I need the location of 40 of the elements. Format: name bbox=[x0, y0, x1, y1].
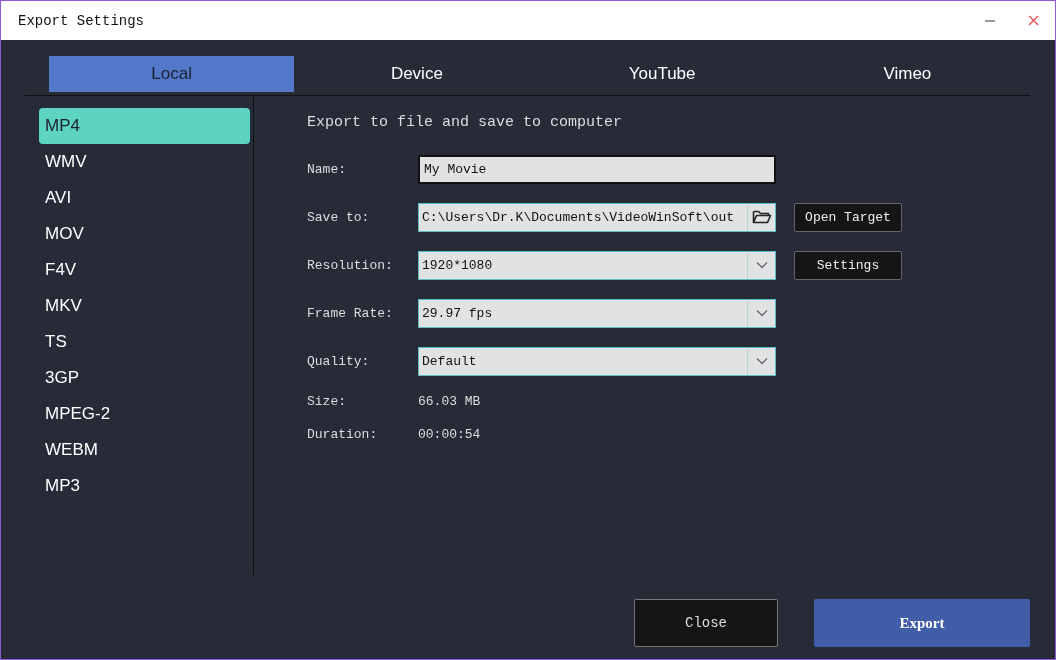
dropdown[interactable]: 29.97 fps bbox=[418, 298, 776, 328]
name-field[interactable]: My Movie bbox=[418, 154, 776, 184]
field-label: Frame Rate: bbox=[307, 305, 394, 321]
section-heading: Export to file and save to computer bbox=[307, 114, 624, 131]
tab[interactable]: YouTube bbox=[539, 56, 785, 92]
format-item[interactable]: AVI bbox=[39, 180, 250, 216]
format-item[interactable]: MPEG-2 bbox=[39, 396, 250, 432]
format-item[interactable]: WMV bbox=[39, 144, 250, 180]
chevron-down-icon bbox=[755, 357, 768, 365]
format-item[interactable]: WEBM bbox=[39, 432, 250, 468]
chevron-down-icon bbox=[755, 261, 768, 269]
tab[interactable]: Vimeo bbox=[784, 56, 1030, 92]
format-item[interactable]: MKV bbox=[39, 288, 250, 324]
info-label: Duration: bbox=[307, 427, 379, 442]
format-item[interactable]: 3GP bbox=[39, 360, 250, 396]
chevron-down-icon bbox=[755, 309, 768, 317]
format-item[interactable]: F4V bbox=[39, 252, 250, 288]
field-label: Save to: bbox=[307, 209, 371, 225]
close-button[interactable]: Close bbox=[634, 599, 778, 647]
tab[interactable]: Device bbox=[294, 56, 540, 92]
folder-icon[interactable] bbox=[751, 209, 772, 225]
info-value: 66.03 MB bbox=[418, 394, 481, 409]
info-value: 00:00:54 bbox=[418, 427, 481, 442]
field-label: Name: bbox=[307, 161, 347, 177]
tab[interactable]: Local bbox=[49, 56, 295, 92]
close-icon[interactable] bbox=[1028, 15, 1039, 26]
format-item[interactable]: MP3 bbox=[39, 468, 250, 504]
format-item[interactable]: TS bbox=[39, 324, 250, 360]
path-field[interactable]: C:\Users\Dr.K\Documents\VideoWinSoft\out bbox=[418, 202, 776, 232]
field-label: Resolution: bbox=[307, 257, 394, 273]
window-title: Export Settings bbox=[18, 12, 145, 29]
action-button[interactable]: Settings bbox=[794, 250, 902, 280]
info-label: Size: bbox=[307, 394, 347, 409]
dropdown[interactable]: 1920*1080 bbox=[418, 250, 776, 280]
dropdown[interactable]: Default bbox=[418, 346, 776, 376]
format-item[interactable]: MP4 bbox=[39, 108, 250, 144]
export-button[interactable]: Export bbox=[814, 599, 1030, 647]
action-button[interactable]: Open Target bbox=[794, 202, 902, 232]
field-label: Quality: bbox=[307, 353, 371, 369]
format-item[interactable]: MOV bbox=[39, 216, 250, 252]
